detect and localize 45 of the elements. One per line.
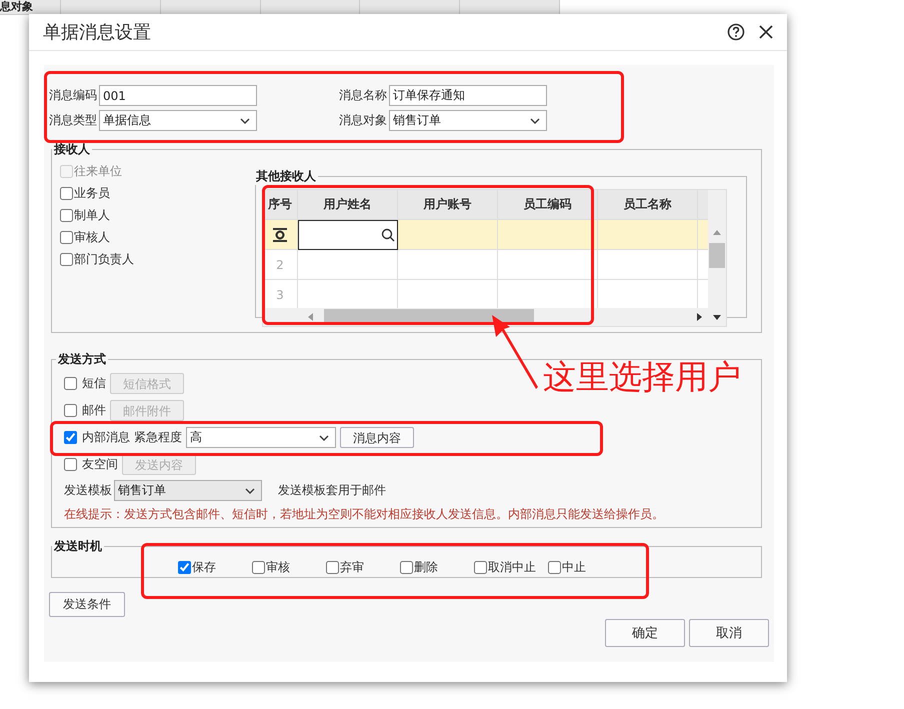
group-title: 其他接收人 (255, 168, 317, 185)
checkbox-label: 邮件 (82, 402, 106, 419)
field-label: 消息编码 (49, 87, 98, 104)
checkbox-label: 弃审 (340, 559, 364, 576)
field-label: 消息名称 (339, 87, 388, 104)
column-header: 用户账号 (398, 190, 498, 220)
field-label: 发送模板 (64, 482, 112, 499)
button[interactable]: 发送条件 (49, 592, 125, 617)
checkbox-label: 业务员 (74, 185, 110, 202)
checkbox-label: 短信 (82, 375, 106, 392)
input-field[interactable]: 001 (99, 85, 257, 106)
checkbox-label: 中止 (562, 559, 586, 576)
note-text: 发送模板套用于邮件 (278, 482, 386, 499)
button[interactable]: 消息内容 (340, 427, 414, 448)
button[interactable]: 取消 (689, 619, 769, 647)
checkbox-label: 友空间 (82, 456, 118, 473)
column-header: 用户姓名 (298, 190, 398, 220)
group-title: 发送时机 (52, 538, 103, 555)
checkbox-label: 删除 (414, 559, 438, 576)
field-label: 紧急程度 (134, 429, 182, 446)
row-number: 2 (263, 250, 298, 280)
hint-text: 在线提示：发送方式包含邮件、短信时，若地址为空则不能对相应接收人发送信息。内部消息只能发送给操作员。 (64, 506, 665, 523)
checkbox-label: 部门负责人 (74, 251, 134, 268)
input-field[interactable]: 订单保存通知 (389, 85, 547, 106)
annotation-text: 这里选择用户 (543, 356, 741, 398)
window-title: 单据消息设置 (43, 21, 152, 44)
field-label: 消息类型 (49, 112, 98, 129)
checkbox-label: 往来单位 (74, 163, 122, 180)
select-field[interactable]: 销售订单 (389, 110, 547, 131)
group-title: 发送方式 (56, 351, 107, 368)
column-header: 员工编码 (498, 190, 598, 220)
column-header: 序号 (263, 190, 298, 220)
select-field[interactable]: 销售订单 (114, 480, 262, 501)
checkbox-label: 取消中止 (488, 559, 536, 576)
checkbox-label: 制单人 (74, 207, 110, 224)
select-field[interactable]: 单据信息 (99, 110, 257, 131)
checkbox-label: 保存 (192, 559, 216, 576)
checkbox-label: 审核 (266, 559, 290, 576)
checkbox-label: 审核人 (74, 229, 110, 246)
group-title: 接收人 (52, 141, 91, 158)
checkbox-label: 内部消息 (82, 429, 130, 446)
button[interactable]: 确定 (605, 619, 685, 647)
select-field[interactable]: 高 (186, 427, 336, 448)
field-label: 消息对象 (339, 112, 388, 129)
column-header: 员工名称 (598, 190, 698, 220)
